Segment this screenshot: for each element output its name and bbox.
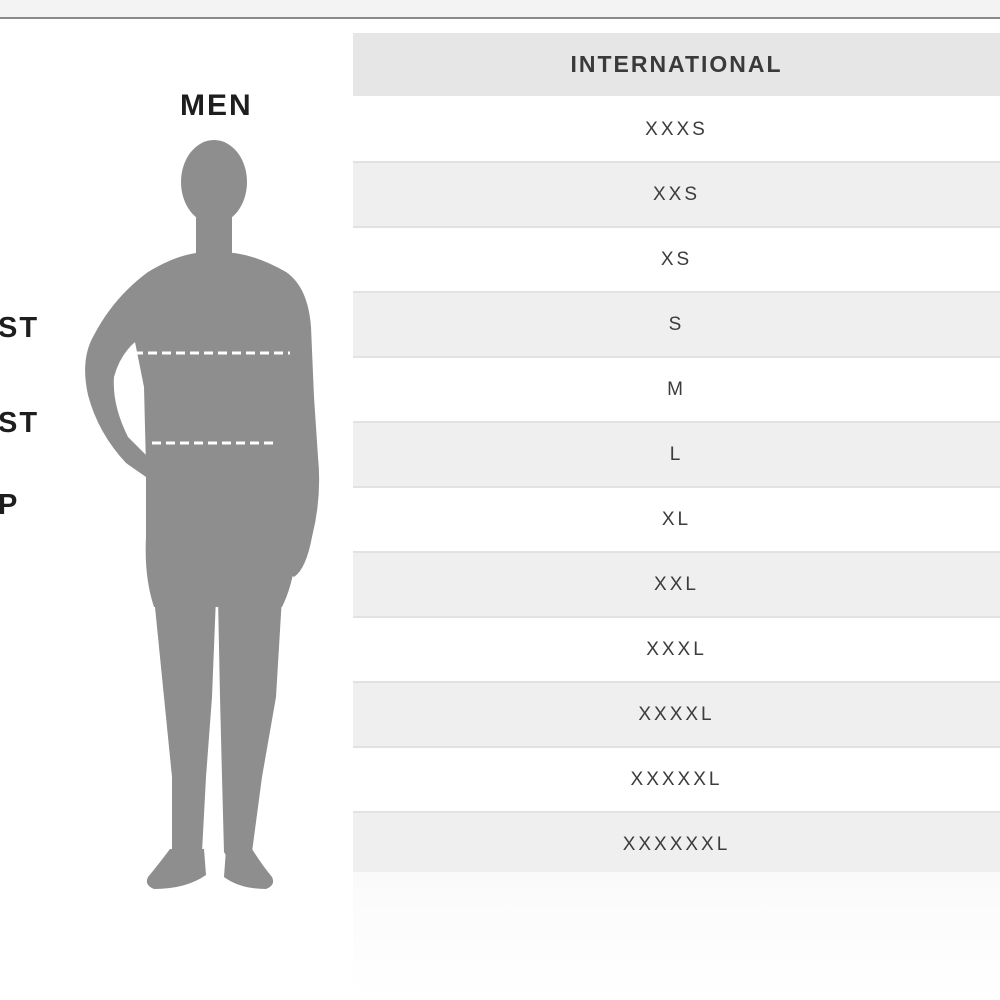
figure-panel: MEN ST ST P xyxy=(0,19,352,1000)
top-bar xyxy=(0,0,1000,19)
waist-label: ST xyxy=(0,407,40,439)
hip-label: P xyxy=(0,489,20,521)
table-row: XXS xyxy=(353,163,1000,228)
table-bottom-area xyxy=(353,872,1000,1000)
men-title: MEN xyxy=(180,89,253,122)
table-row: XXXL xyxy=(353,618,1000,683)
table-row: XXXXL xyxy=(353,683,1000,748)
table-header-international: INTERNATIONAL xyxy=(353,33,1000,98)
table-row: XS xyxy=(353,228,1000,293)
table-row: XXXXXL xyxy=(353,748,1000,813)
chest-label: ST xyxy=(0,312,40,344)
size-rows: XXXS XXS XS S M L XL XXL XXXL XXXXL XXXXXL XXXXXXL xyxy=(353,98,1000,878)
table-row: XL xyxy=(353,488,1000,553)
table-row: S xyxy=(353,293,1000,358)
table-row: M xyxy=(353,358,1000,423)
size-table: INTERNATIONAL XXXS XXS XS S M L XL XXL XXXL XXXXL… xyxy=(353,33,1000,878)
table-row: XXXXXXL xyxy=(353,813,1000,878)
male-silhouette-icon xyxy=(85,140,320,889)
table-row: XXXS xyxy=(353,98,1000,163)
table-row: XXL xyxy=(353,553,1000,618)
table-row: L xyxy=(353,423,1000,488)
